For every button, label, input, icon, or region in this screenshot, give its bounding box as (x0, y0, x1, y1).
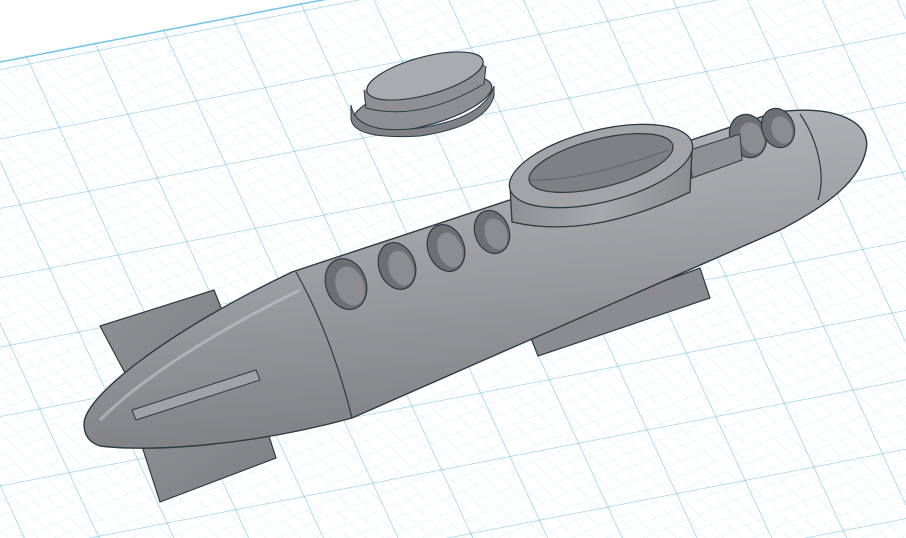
3d-viewport[interactable] (0, 0, 906, 538)
workplane-canvas[interactable] (0, 0, 906, 538)
